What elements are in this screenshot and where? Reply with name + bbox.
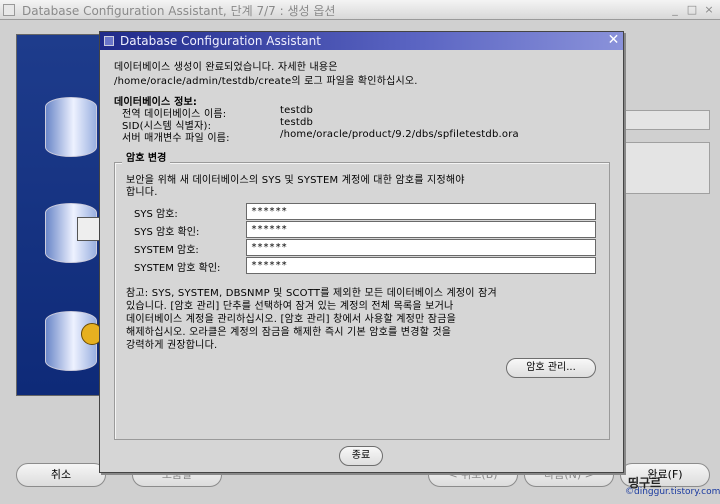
password-description: 보안을 위해 새 데이터베이스의 SYS 및 SYSTEM 계정에 대한 암호를…	[126, 175, 465, 186]
system-password-confirm-label: SYSTEM 암호 확인:	[134, 263, 221, 274]
maximize-icon[interactable]: □	[685, 3, 699, 17]
info-value: testdb	[280, 117, 314, 128]
account-lock-note: 강력하게 권장합니다.	[126, 340, 218, 351]
window-menu-icon[interactable]	[3, 4, 15, 16]
system-password-confirm-input[interactable]: ******	[246, 257, 596, 274]
dialog-title: Database Configuration Assistant	[120, 34, 321, 48]
intro-text: 데이터베이스 생성이 완료되었습니다. 자세한 내용은	[114, 62, 338, 73]
password-group-title: 암호 변경	[122, 149, 171, 164]
password-description: 합니다.	[126, 187, 158, 198]
system-password-input[interactable]: ******	[246, 239, 596, 256]
sys-password-label: SYS 암호:	[134, 209, 178, 220]
background-window-title: Database Configuration Assistant, 단계 7/7…	[22, 4, 336, 18]
system-password-label: SYSTEM 암호:	[134, 245, 199, 256]
sys-password-confirm-label: SYS 암호 확인:	[134, 227, 200, 238]
background-titlebar: Database Configuration Assistant, 단계 7/7…	[0, 0, 720, 20]
sys-password-input[interactable]: ******	[246, 203, 596, 220]
sys-password-confirm-input[interactable]: ******	[246, 221, 596, 238]
info-label: 서버 매개변수 파일 이름:	[122, 133, 230, 144]
close-icon[interactable]: ×	[702, 3, 716, 17]
completion-dialog: Database Configuration Assistant ✕ 데이터베이…	[99, 31, 624, 473]
dialog-close-icon[interactable]: ✕	[606, 33, 621, 48]
wizard-image-panel	[16, 34, 106, 396]
info-value: testdb	[280, 105, 314, 116]
background-field	[618, 142, 710, 194]
watermark: ©dinggur.tistory.com	[625, 487, 720, 497]
cancel-button[interactable]: 취소	[16, 463, 106, 487]
password-management-button[interactable]: 암호 관리...	[506, 358, 596, 378]
info-value: /home/oracle/product/9.2/dbs/spfiletestd…	[280, 129, 519, 140]
background-field	[618, 110, 710, 130]
intro-text: /home/oracle/admin/testdb/create의 로그 파일을…	[114, 76, 418, 87]
minimize-icon[interactable]: _	[668, 3, 682, 17]
exit-button[interactable]: 종료	[339, 446, 383, 466]
dialog-titlebar: Database Configuration Assistant ✕	[100, 32, 623, 50]
database-icon	[45, 97, 97, 157]
dialog-menu-icon[interactable]	[104, 36, 114, 46]
